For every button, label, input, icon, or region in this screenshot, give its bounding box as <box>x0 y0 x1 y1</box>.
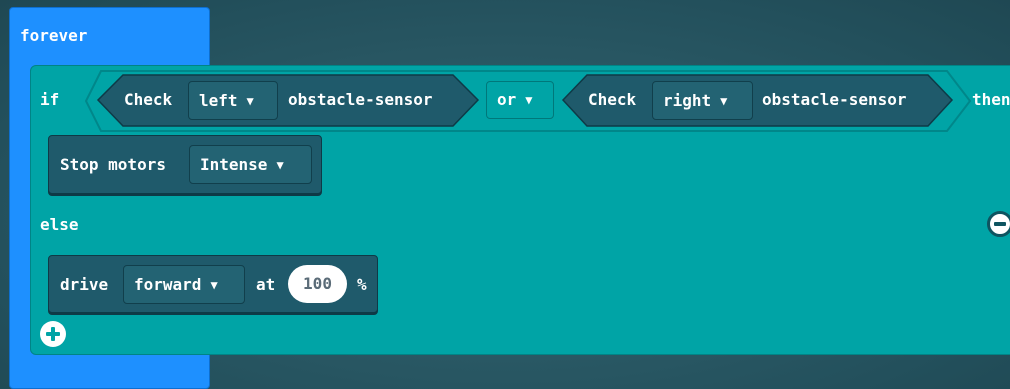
caret-down-icon: ▼ <box>246 94 254 108</box>
else-label: else <box>40 215 79 234</box>
then-label: then <box>972 90 1010 109</box>
obstacle-sensor-left-label: obstacle-sensor <box>288 90 433 109</box>
speed-input[interactable]: 100 <box>288 265 347 303</box>
caret-down-icon: ▼ <box>525 93 533 107</box>
stop-mode-dropdown[interactable]: Intense ▼ <box>189 145 312 184</box>
forever-label: forever <box>20 26 88 45</box>
percent-label: % <box>357 275 367 294</box>
drive-label: drive <box>60 275 109 294</box>
plus-circle-icon[interactable] <box>40 321 66 347</box>
caret-down-icon: ▼ <box>720 94 728 108</box>
stop-mode-value: Intense <box>200 155 268 174</box>
minus-circle-icon[interactable] <box>987 211 1010 237</box>
side-right-value: right <box>663 91 712 110</box>
stop-motors-label: Stop motors <box>60 155 166 174</box>
if-label: if <box>40 90 60 109</box>
direction-dropdown[interactable]: forward ▼ <box>123 265 245 304</box>
at-label: at <box>256 275 276 294</box>
side-left-value: left <box>199 91 238 110</box>
direction-value: forward <box>134 275 202 294</box>
caret-down-icon: ▼ <box>276 158 284 172</box>
side-right-dropdown[interactable]: right ▼ <box>652 81 753 120</box>
caret-down-icon: ▼ <box>210 278 218 292</box>
side-left-dropdown[interactable]: left ▼ <box>188 81 278 120</box>
check-right-label: Check <box>588 90 637 109</box>
obstacle-sensor-right-label: obstacle-sensor <box>762 90 907 109</box>
check-left-label: Check <box>124 90 173 109</box>
or-operator-label: or <box>497 90 517 109</box>
